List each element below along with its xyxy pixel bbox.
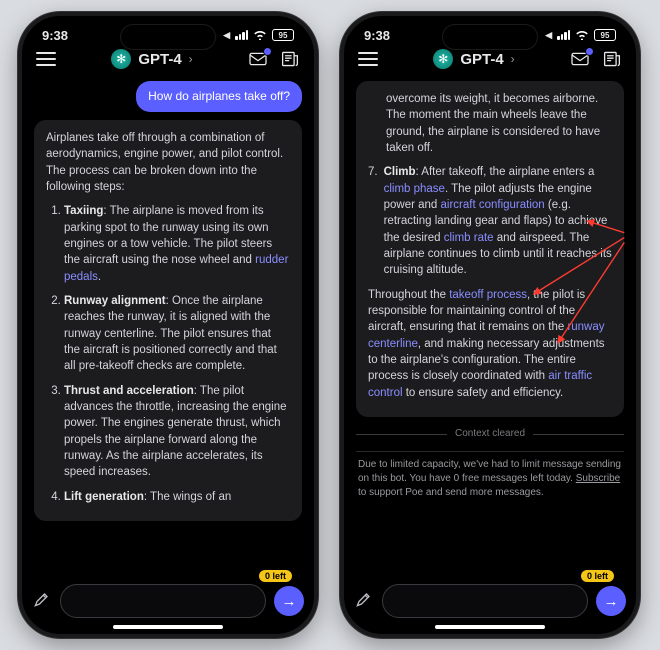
quota-badge: 0 left [581,570,614,582]
phone-right: 9:38 ◂ 95 ✻ GPT-4 › overc [340,12,640,638]
bot-closing: Throughout the takeoff process, the pilo… [368,287,612,401]
brush-icon[interactable] [32,589,52,614]
notch [120,24,216,50]
wifi-icon [253,28,267,43]
message-input[interactable] [60,584,266,618]
mail-icon[interactable] [248,49,268,69]
bot-continued: overcome its weight, it becomes airborne… [368,91,612,156]
menu-button[interactable] [36,52,56,66]
status-time: 9:38 [42,28,68,43]
bot-message: Airplanes take off through a combination… [34,120,302,521]
home-indicator [435,625,545,629]
brush-icon[interactable] [354,589,374,614]
bot-title[interactable]: ✻ GPT-4 › [433,49,514,69]
context-divider: Context cleared [356,427,624,441]
bot-title[interactable]: ✻ GPT-4 › [111,49,192,69]
link-climb-rate[interactable]: climb rate [444,232,494,244]
user-message: How do airplanes take off? [136,81,302,112]
home-indicator [113,625,223,629]
phone-left: 9:38 ◂ 95 ✻ GPT-4 › How do airpl [18,12,318,638]
bot-message: overcome its weight, it becomes airborne… [356,81,624,417]
newspaper-icon[interactable] [602,49,622,69]
link-aircraft-configuration[interactable]: aircraft configuration [441,199,545,211]
subscribe-link[interactable]: Subscribe [576,473,620,484]
link-climb-phase[interactable]: climb phase [384,183,445,195]
link-takeoff-process[interactable]: takeoff process [449,289,527,301]
chat-scroll[interactable]: overcome its weight, it becomes airborne… [344,75,636,578]
list-item: Lift generation: The wings of an [64,489,290,505]
message-input[interactable] [382,584,588,618]
list-item: Taxiing: The airplane is moved from its … [64,203,290,285]
chat-scroll[interactable]: How do airplanes take off? Airplanes tak… [22,75,314,578]
menu-button[interactable] [358,52,378,66]
quota-notice: Due to limited capacity, we've had to li… [356,451,624,507]
status-time: 9:38 [364,28,390,43]
openai-icon: ✻ [111,49,131,69]
cellular-icon [235,30,248,40]
cellular-icon [557,30,570,40]
battery-icon: 95 [272,29,294,41]
openai-icon: ✻ [433,49,453,69]
send-button[interactable]: → [596,586,626,616]
send-button[interactable]: → [274,586,304,616]
newspaper-icon[interactable] [280,49,300,69]
list-item: Thrust and acceleration: The pilot advan… [64,383,290,481]
bot-intro: Airplanes take off through a combination… [46,130,290,195]
quota-badge: 0 left [259,570,292,582]
location-icon: ◂ [223,27,230,43]
wifi-icon [575,28,589,43]
mail-icon[interactable] [570,49,590,69]
location-icon: ◂ [545,27,552,43]
battery-icon: 95 [594,29,616,41]
notch [442,24,538,50]
chevron-right-icon: › [511,52,515,66]
list-item: Runway alignment: Once the airplane reac… [64,293,290,375]
chevron-right-icon: › [189,52,193,66]
